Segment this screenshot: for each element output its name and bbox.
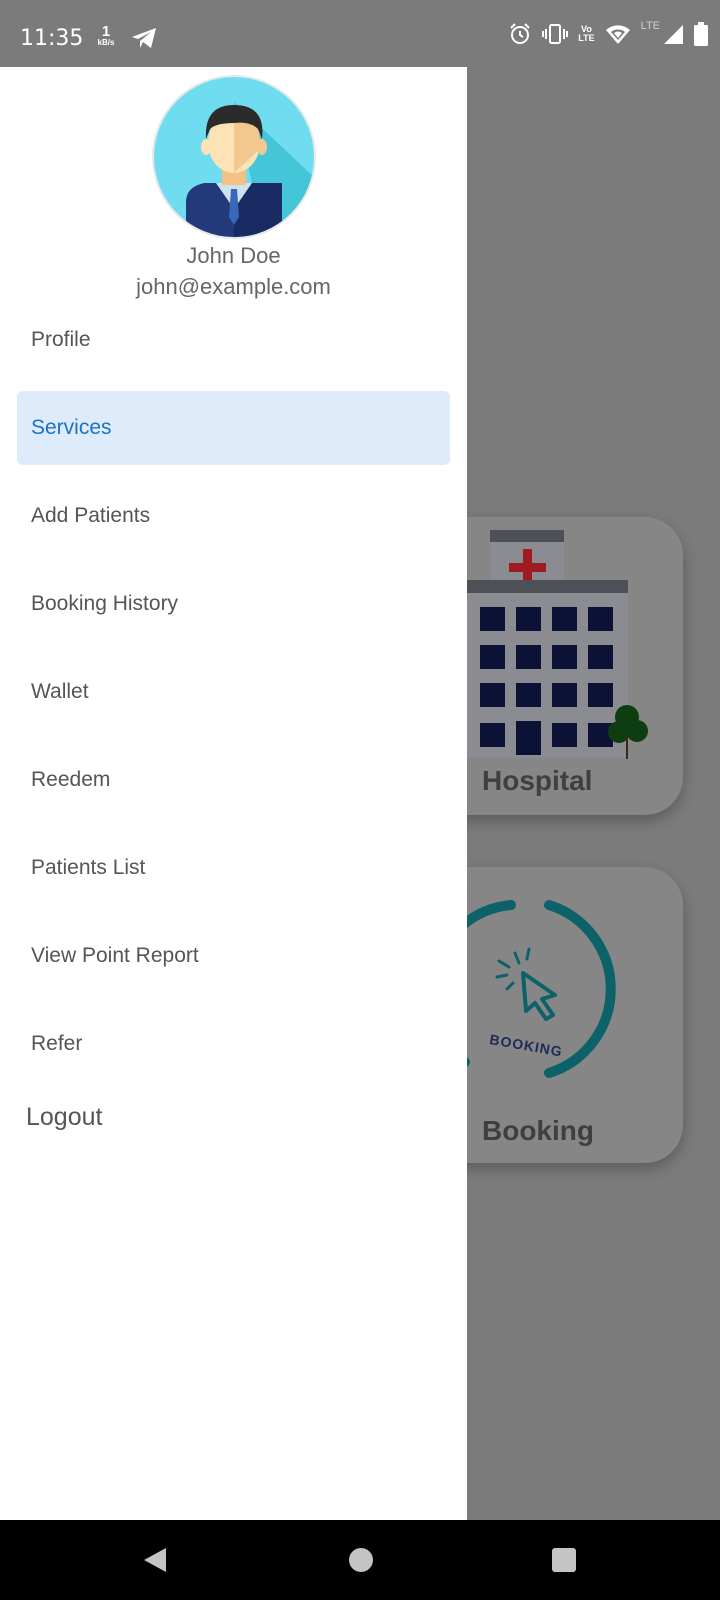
booking-badge-text: BOOKING [488, 1031, 564, 1060]
menu-item-reedem[interactable]: Reedem [17, 743, 450, 817]
user-avatar[interactable] [152, 75, 316, 239]
user-name: John Doe [186, 243, 281, 268]
menu-item-profile[interactable]: Profile [17, 303, 450, 377]
hospital-label: Hospital [482, 765, 593, 796]
home-icon[interactable] [348, 1546, 374, 1574]
status-time: 11:35 [20, 26, 84, 51]
menu-item-add-patients[interactable]: Add Patients [17, 479, 450, 553]
alarm-icon [510, 23, 531, 44]
back-icon[interactable] [142, 1546, 168, 1574]
menu-item-booking-history[interactable]: Booking History [17, 567, 450, 641]
booking-label: Booking [482, 1115, 594, 1146]
recents-icon[interactable] [551, 1546, 577, 1574]
data-rate-unit: kB/s [97, 38, 115, 47]
wifi-icon [605, 25, 630, 44]
vibrate-icon [542, 24, 569, 44]
navigation-drawer: John Doe john@example.com Profile Servic… [0, 67, 467, 1520]
menu-item-patients-list[interactable]: Patients List [17, 831, 450, 905]
telegram-icon [132, 28, 156, 48]
lte-label: LTE [640, 20, 660, 32]
menu-item-wallet[interactable]: Wallet [17, 655, 450, 729]
volte-bottom: LTE [578, 33, 595, 43]
battery-icon [694, 22, 708, 46]
system-nav-bar [0, 1520, 720, 1600]
status-icons: Vo LTE LTE [508, 20, 708, 46]
status-bar: 11:35 1 kB/s Vo LTE LTE [0, 0, 720, 67]
menu-item-view-point-report[interactable]: View Point Report [17, 919, 450, 993]
menu-item-refer[interactable]: Refer [17, 1007, 450, 1081]
user-email: john@example.com [136, 274, 331, 299]
volte-icon: Vo LTE [578, 25, 594, 43]
data-rate-value: 1 [101, 23, 111, 40]
user-avatar-icon [154, 77, 314, 237]
data-rate-indicator: 1 kB/s [95, 24, 117, 47]
menu-item-services[interactable]: Services [17, 391, 450, 465]
logout-button[interactable]: Logout [26, 1103, 102, 1132]
signal-icon [664, 25, 683, 44]
